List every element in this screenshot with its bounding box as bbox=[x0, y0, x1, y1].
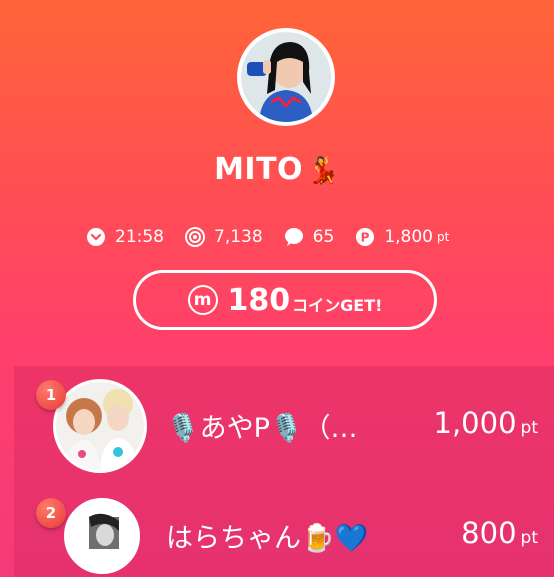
dancer-emoji: 💃 bbox=[307, 156, 340, 186]
coin-suffix: コインGET! bbox=[292, 296, 383, 315]
stat-comments-value: 65 bbox=[312, 227, 335, 247]
stat-time: 21:58 bbox=[85, 226, 164, 248]
rank-number: 2 bbox=[45, 504, 57, 522]
coin-get-button[interactable]: m 180 コインGET! bbox=[133, 270, 437, 330]
ranking-avatar[interactable] bbox=[64, 498, 140, 574]
ranking-points-unit: pt bbox=[520, 528, 538, 548]
stat-time-value: 21:58 bbox=[115, 227, 164, 247]
svg-text:P: P bbox=[361, 231, 370, 245]
chevron-down-circle-icon bbox=[85, 226, 107, 248]
ranking-user-name: はらちゃん🍺💙 bbox=[166, 523, 369, 554]
profile-photo bbox=[241, 32, 331, 122]
ranking-points-value: 1,000 bbox=[433, 406, 517, 440]
coin-amount: 180 bbox=[227, 282, 291, 318]
ranking-photo bbox=[67, 501, 137, 571]
ranking-points: 800 pt bbox=[461, 516, 538, 550]
ranking-user-name: 🎙️あやP🎙️（… bbox=[166, 413, 358, 444]
profile-avatar[interactable] bbox=[237, 28, 335, 126]
ranking-photo bbox=[56, 382, 144, 470]
ranking-list: 1 🎙️あやP🎙️（… 1,000 pt 2 はらちゃん🍺💙 800 pt bbox=[14, 366, 554, 577]
ranking-row[interactable]: 2 はらちゃん🍺💙 800 pt bbox=[14, 484, 554, 577]
coin-icon-letter: m bbox=[193, 290, 212, 310]
rank-number: 1 bbox=[45, 386, 57, 404]
ranking-avatar[interactable] bbox=[53, 379, 147, 473]
stat-comments: 65 bbox=[283, 226, 335, 248]
stat-points: P 1,800 pt bbox=[354, 226, 449, 248]
stat-views-value: 7,138 bbox=[214, 227, 263, 247]
ranking-points-value: 800 bbox=[461, 516, 517, 550]
ranking-row[interactable]: 1 🎙️あやP🎙️（… 1,000 pt bbox=[14, 366, 554, 482]
ranking-points-unit: pt bbox=[520, 418, 538, 438]
ranking-points: 1,000 pt bbox=[434, 406, 539, 440]
rank-badge: 1 bbox=[36, 380, 66, 410]
eye-icon bbox=[184, 226, 206, 248]
rank-badge: 2 bbox=[36, 498, 66, 528]
stat-views: 7,138 bbox=[184, 226, 263, 248]
speech-bubble-icon bbox=[283, 226, 305, 248]
stats-row: 21:58 7,138 65 P 1,800 pt bbox=[85, 222, 469, 252]
stat-points-value: 1,800 bbox=[384, 227, 433, 247]
m-coin-icon: m bbox=[187, 285, 218, 315]
profile-name: MITO 💃 bbox=[0, 152, 554, 187]
profile-name-text: MITO bbox=[214, 152, 304, 187]
stat-points-unit: pt bbox=[436, 230, 450, 244]
p-circle-icon: P bbox=[354, 226, 376, 248]
